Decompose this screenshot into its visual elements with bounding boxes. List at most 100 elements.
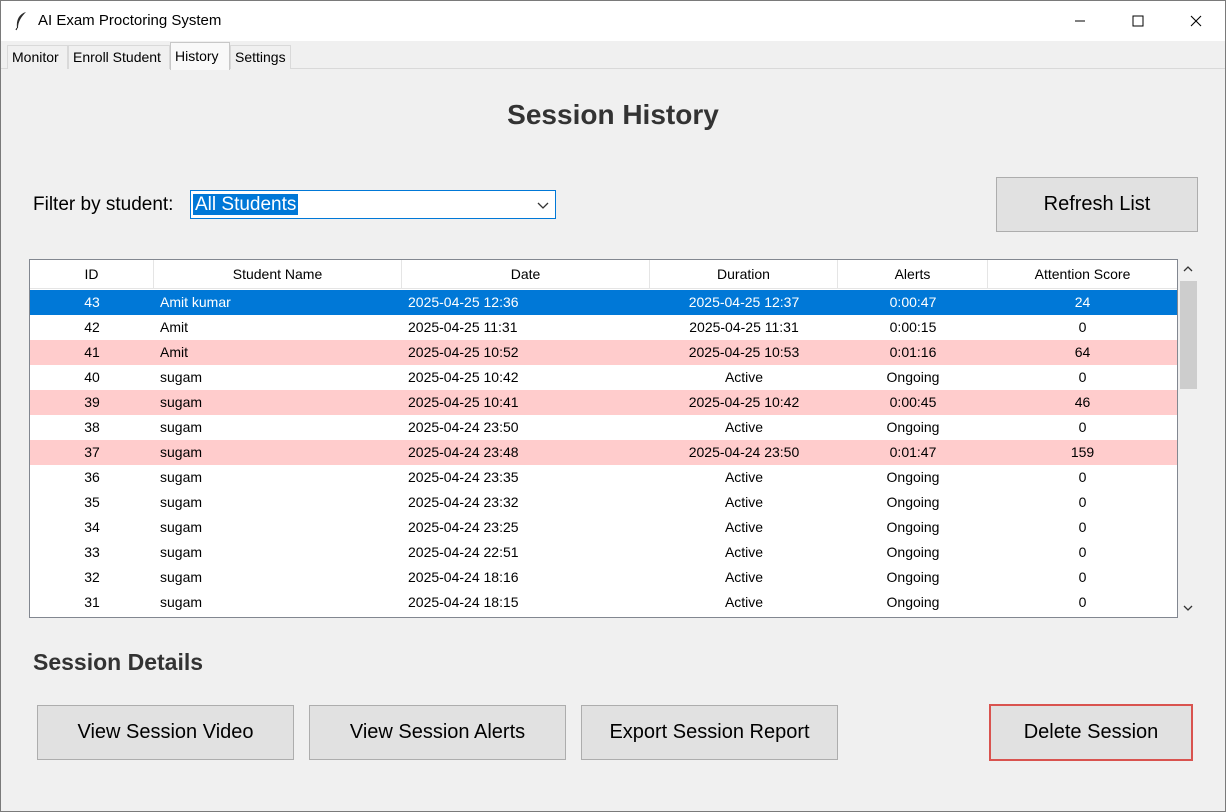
cell-id: 38 (84, 419, 100, 435)
cell-date: 2025-04-24 18:16 (408, 569, 519, 585)
cell-score: 0 (1078, 469, 1087, 485)
student-filter-combobox[interactable]: All Students (190, 190, 556, 219)
cell-alerts: Ongoing (886, 544, 940, 560)
cell-alerts: Ongoing (886, 594, 940, 610)
table-row[interactable]: 32 sugam 2025-04-24 18:16 Active Ongoing 0 (30, 565, 1177, 590)
cell-date: 2025-04-25 12:36 (408, 294, 519, 310)
cell-score: 64 (1074, 344, 1091, 360)
tab-enroll-student[interactable]: Enroll Student (68, 45, 170, 69)
cell-duration: 2025-04-25 10:53 (688, 344, 800, 360)
table-scrollbar[interactable] (1178, 259, 1198, 618)
feather-icon (14, 11, 28, 31)
cell-id: 39 (84, 394, 100, 410)
column-header-alerts[interactable]: Alerts (838, 260, 988, 289)
cell-id: 36 (84, 469, 100, 485)
cell-alerts: 0:00:15 (889, 319, 937, 335)
cell-name: sugam (160, 519, 203, 535)
app-window: AI Exam Proctoring System Monitor Enroll… (0, 0, 1226, 812)
delete-session-button[interactable]: Delete Session (989, 704, 1193, 761)
cell-id: 40 (84, 369, 100, 385)
column-header-id[interactable]: ID (30, 260, 154, 289)
table-row[interactable]: 39 sugam 2025-04-25 10:41 2025-04-25 10:42 0… (30, 390, 1177, 415)
cell-score: 159 (1070, 444, 1095, 460)
view-session-alerts-button[interactable]: View Session Alerts (309, 705, 566, 760)
close-button[interactable] (1167, 1, 1225, 41)
filter-label: Filter by student: (33, 194, 174, 215)
column-header-duration[interactable]: Duration (650, 260, 838, 289)
cell-duration: Active (724, 594, 764, 610)
cell-alerts: Ongoing (886, 519, 940, 535)
session-details-title: Session Details (33, 649, 204, 675)
cell-score: 0 (1078, 569, 1087, 585)
scroll-up-icon[interactable] (1178, 259, 1198, 279)
cell-alerts: 0:00:47 (889, 294, 937, 310)
cell-id: 42 (84, 319, 100, 335)
cell-id: 35 (84, 494, 100, 510)
cell-duration: 2025-04-24 23:50 (688, 444, 800, 460)
export-session-report-button[interactable]: Export Session Report (581, 705, 838, 760)
cell-id: 33 (84, 544, 100, 560)
cell-score: 0 (1078, 369, 1087, 385)
cell-name: sugam (160, 369, 203, 385)
cell-date: 2025-04-24 23:48 (408, 444, 519, 460)
cell-duration: Active (724, 494, 764, 510)
minimize-button[interactable] (1051, 1, 1109, 41)
table-row[interactable]: 31 sugam 2025-04-24 18:15 Active Ongoing 0 (30, 590, 1177, 615)
table-row[interactable]: 43 Amit kumar 2025-04-25 12:36 2025-04-25 1… (30, 290, 1177, 315)
cell-duration: Active (724, 544, 764, 560)
cell-score: 0 (1078, 419, 1087, 435)
page-title: Session History (507, 99, 719, 130)
scroll-thumb[interactable] (1180, 281, 1197, 389)
cell-id: 32 (84, 569, 100, 585)
cell-duration: Active (724, 469, 764, 485)
cell-name: sugam (160, 494, 203, 510)
cell-duration: 2025-04-25 12:37 (688, 294, 800, 310)
chevron-down-icon[interactable] (536, 199, 550, 211)
cell-date: 2025-04-25 11:31 (408, 319, 518, 335)
table-row[interactable]: 34 sugam 2025-04-24 23:25 Active Ongoing 0 (30, 515, 1177, 540)
cell-date: 2025-04-24 18:15 (408, 594, 519, 610)
tab-bar: Monitor Enroll Student History Settings (1, 41, 1225, 70)
cell-name: sugam (160, 544, 203, 560)
cell-id: 31 (84, 594, 100, 610)
cell-name: sugam (160, 419, 203, 435)
view-session-video-button[interactable]: View Session Video (37, 705, 294, 760)
table-row[interactable]: 37 sugam 2025-04-24 23:48 2025-04-24 23:50 0… (30, 440, 1177, 465)
table-row[interactable]: 38 sugam 2025-04-24 23:50 Active Ongoing 0 (30, 415, 1177, 440)
title-bar[interactable]: AI Exam Proctoring System (1, 1, 1225, 41)
cell-duration: Active (724, 369, 764, 385)
scroll-down-icon[interactable] (1178, 598, 1198, 618)
cell-duration: 2025-04-25 11:31 (689, 319, 799, 335)
table-row[interactable]: 41 Amit 2025-04-25 10:52 2025-04-25 10:53 0:… (30, 340, 1177, 365)
cell-duration: 2025-04-25 10:42 (688, 394, 800, 410)
cell-score: 24 (1074, 294, 1091, 310)
cell-alerts: Ongoing (886, 469, 940, 485)
cell-name: sugam (160, 394, 203, 410)
cell-name: Amit (160, 344, 188, 360)
table-row[interactable]: 40 sugam 2025-04-25 10:42 Active Ongoing 0 (30, 365, 1177, 390)
tab-monitor[interactable]: Monitor (7, 45, 68, 69)
tab-history[interactable]: History (170, 42, 230, 70)
maximize-button[interactable] (1109, 1, 1167, 41)
table-row[interactable]: 33 sugam 2025-04-24 22:51 Active Ongoing 0 (30, 540, 1177, 565)
table-header: ID Student Name Date Duration Alerts Att… (30, 260, 1177, 289)
cell-date: 2025-04-24 23:25 (408, 519, 519, 535)
cell-date: 2025-04-24 23:35 (408, 469, 519, 485)
cell-name: sugam (160, 469, 203, 485)
cell-duration: Active (724, 519, 764, 535)
column-header-student-name[interactable]: Student Name (154, 260, 402, 289)
filter-selected-value: All Students (193, 194, 299, 215)
cell-id: 37 (84, 444, 100, 460)
cell-id: 43 (84, 294, 100, 310)
table-row[interactable]: 35 sugam 2025-04-24 23:32 Active Ongoing 0 (30, 490, 1177, 515)
column-header-attention-score[interactable]: Attention Score (988, 260, 1177, 289)
cell-date: 2025-04-24 23:50 (408, 419, 519, 435)
column-header-date[interactable]: Date (402, 260, 650, 289)
cell-alerts: 0:00:45 (889, 394, 937, 410)
table-row[interactable]: 42 Amit 2025-04-25 11:31 2025-04-25 11:31 0:… (30, 315, 1177, 340)
table-row[interactable]: 36 sugam 2025-04-24 23:35 Active Ongoing 0 (30, 465, 1177, 490)
cell-duration: Active (724, 419, 764, 435)
tab-settings[interactable]: Settings (230, 45, 291, 69)
refresh-list-button[interactable]: Refresh List (996, 177, 1198, 232)
cell-alerts: Ongoing (886, 369, 940, 385)
